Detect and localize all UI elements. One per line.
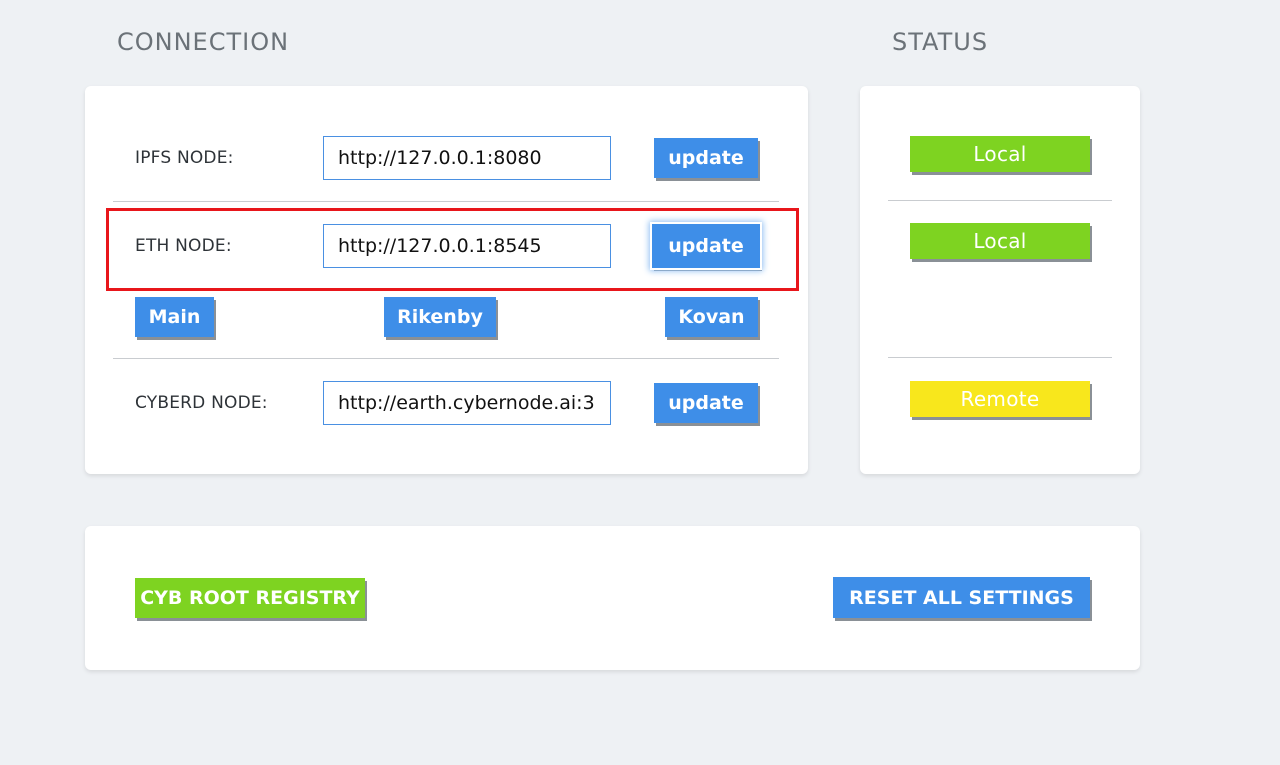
- connection-heading: CONNECTION: [117, 28, 290, 56]
- ipfs-status-badge: Local: [910, 136, 1090, 172]
- ipfs-update-button[interactable]: update: [654, 138, 758, 178]
- cyberd-status-badge: Remote: [910, 381, 1090, 417]
- divider: [888, 200, 1112, 201]
- network-rikenby-button[interactable]: Rikenby: [384, 297, 496, 337]
- divider: [113, 201, 779, 202]
- status-heading: STATUS: [892, 28, 989, 56]
- ipfs-node-input[interactable]: [323, 136, 611, 180]
- cyberd-node-label: CYBERD NODE:: [135, 393, 268, 413]
- cyb-root-registry-button[interactable]: CYB ROOT REGISTRY: [135, 578, 365, 618]
- network-kovan-button[interactable]: Kovan: [665, 297, 758, 337]
- ipfs-node-label: IPFS NODE:: [135, 148, 234, 168]
- actions-card: CYB ROOT REGISTRY RESET ALL SETTINGS: [85, 526, 1140, 670]
- cyberd-update-button[interactable]: update: [654, 383, 758, 423]
- status-card: Local Local Remote: [860, 86, 1140, 474]
- eth-status-badge: Local: [910, 223, 1090, 259]
- network-main-button[interactable]: Main: [135, 297, 214, 337]
- reset-all-settings-button[interactable]: RESET ALL SETTINGS: [833, 577, 1090, 618]
- eth-row-highlight: [106, 208, 799, 291]
- divider: [113, 358, 779, 359]
- cyberd-node-input[interactable]: [323, 381, 611, 425]
- divider: [888, 357, 1112, 358]
